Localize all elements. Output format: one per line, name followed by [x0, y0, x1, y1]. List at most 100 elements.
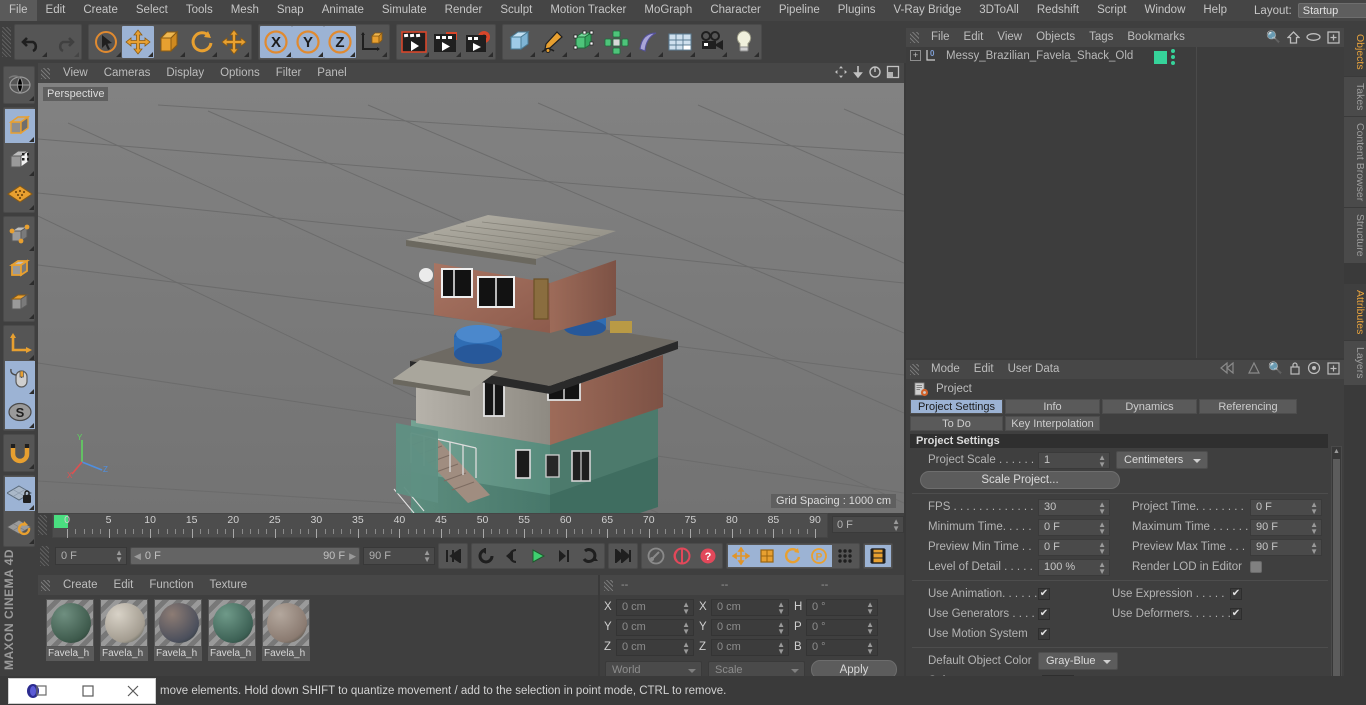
material-menu-texture[interactable]: Texture — [201, 575, 255, 595]
axis-y-icon[interactable]: Y — [292, 26, 324, 58]
tab-project-settings[interactable]: Project Settings — [910, 399, 1003, 414]
viewport-menu-display[interactable]: Display — [158, 63, 212, 83]
menu-sculpt[interactable]: Sculpt — [491, 0, 541, 21]
stepper-icon[interactable]: ▲ ▼ — [866, 640, 874, 655]
rotate-icon[interactable] — [186, 26, 218, 58]
edge-tab-takes[interactable]: Takes — [1344, 76, 1366, 118]
tab-referencing[interactable]: Referencing — [1199, 399, 1297, 414]
timeline-max-field[interactable]: 90 F ▲ ▼ — [363, 547, 435, 565]
object-manager-tree[interactable]: + 0 Messy_Brazilian_Favela_Shack_Old — [906, 47, 1344, 358]
render-to-picture-viewer-icon[interactable] — [430, 26, 462, 58]
checkbox[interactable]: ✔ — [1038, 628, 1050, 640]
viewport-menu-panel[interactable]: Panel — [309, 63, 354, 83]
axis-modify-icon[interactable] — [5, 327, 35, 361]
loop-button[interactable] — [577, 545, 603, 567]
viewport-3d-canvas[interactable]: Perspective Grid Spacing : 1000 cm Y Z X — [38, 83, 904, 513]
level-of-detail-field[interactable]: 100 % ▲ ▼ — [1038, 558, 1110, 576]
next-nav-icon[interactable] — [1246, 361, 1262, 375]
material-grip[interactable] — [41, 579, 50, 591]
search-icon[interactable]: 🔍 — [1266, 30, 1281, 44]
object-menu-edit[interactable]: Edit — [957, 28, 991, 47]
menu-motion-tracker[interactable]: Motion Tracker — [541, 0, 635, 21]
menu-help[interactable]: Help — [1194, 0, 1236, 21]
project-scale-field[interactable]: 1 ▲ ▼ — [1038, 451, 1110, 469]
material-thumbnail[interactable] — [262, 599, 310, 647]
tab-dynamics[interactable]: Dynamics — [1102, 399, 1197, 414]
enable-snapping-s-icon[interactable]: S — [5, 395, 35, 429]
scale-project-button[interactable]: Scale Project... — [920, 471, 1120, 489]
autokeying-button[interactable] — [669, 545, 695, 567]
material-item[interactable]: Favela_h — [100, 599, 148, 661]
checkbox-2[interactable]: ✔ — [1230, 608, 1242, 620]
stepper-icon[interactable]: ▲ ▼ — [777, 620, 785, 635]
maximize-view-icon[interactable] — [886, 65, 900, 79]
field-input[interactable]: 0 F ▲ ▼ — [1038, 518, 1110, 536]
size-field[interactable]: 0 cm ▲ ▼ — [711, 638, 789, 656]
material-menu-function[interactable]: Function — [141, 575, 201, 595]
material-item[interactable]: Favela_h — [154, 599, 202, 661]
material-thumbnail[interactable] — [154, 599, 202, 647]
coordinates-grip[interactable] — [604, 579, 613, 591]
object-menu-file[interactable]: File — [924, 28, 957, 47]
attribute-menu-mode[interactable]: Mode — [924, 360, 967, 379]
camera-icon[interactable] — [696, 26, 728, 58]
tab-key-interpolation[interactable]: Key Interpolation — [1005, 416, 1100, 431]
menu-v-ray-bridge[interactable]: V-Ray Bridge — [884, 0, 970, 21]
add-tab-icon[interactable] — [1327, 361, 1340, 375]
add-layer-icon[interactable] — [1327, 30, 1340, 44]
render-settings-icon[interactable] — [462, 26, 494, 58]
play-button[interactable] — [525, 545, 551, 567]
edge-tab-attributes[interactable]: Attributes — [1344, 283, 1366, 342]
stepper-icon[interactable]: ▲ ▼ — [1098, 520, 1106, 535]
keyframe-selection-button[interactable]: ? — [695, 545, 721, 567]
key-scale-button[interactable] — [754, 545, 780, 567]
tab-to-do[interactable]: To Do — [910, 416, 1003, 431]
menu-file[interactable]: File — [0, 0, 37, 21]
menu-tools[interactable]: Tools — [177, 0, 222, 21]
scale-icon[interactable] — [154, 26, 186, 58]
menu-window[interactable]: Window — [1135, 0, 1194, 21]
material-thumbnail[interactable] — [100, 599, 148, 647]
live-selection-icon[interactable] — [90, 26, 122, 58]
edge-tab-content-browser[interactable]: Content Browser — [1344, 117, 1366, 209]
material-item[interactable]: Favela_h — [208, 599, 256, 661]
viewport-menu-options[interactable]: Options — [212, 63, 268, 83]
menu-plugins[interactable]: Plugins — [829, 0, 885, 21]
stepper-icon[interactable]: ▲ ▼ — [115, 549, 123, 564]
menu-script[interactable]: Script — [1088, 0, 1135, 21]
stepper-icon[interactable]: ▲ ▼ — [1310, 520, 1318, 535]
polygon-grid-mode-icon[interactable] — [5, 177, 35, 211]
move-axis-icon[interactable] — [218, 26, 250, 58]
attribute-menu-user-data[interactable]: User Data — [1001, 360, 1067, 379]
default-object-color-dropdown[interactable]: Gray-Blue — [1038, 652, 1118, 670]
prev-nav-icon[interactable] — [1218, 361, 1240, 375]
world-coordinates-icon[interactable] — [356, 26, 388, 58]
viewport-menu-filter[interactable]: Filter — [268, 63, 310, 83]
stepper-icon[interactable]: ▲ ▼ — [866, 620, 874, 635]
timeline-filmstrip-button[interactable] — [865, 545, 891, 567]
stepper-icon[interactable]: ▲ ▼ — [1310, 540, 1318, 555]
generator-nurbs-icon[interactable] — [568, 26, 600, 58]
edge-tab-structure[interactable]: Structure — [1344, 208, 1366, 264]
attribute-scrollbar[interactable]: ▲ ▼ — [1331, 446, 1342, 701]
target-icon[interactable] — [1307, 361, 1321, 375]
menu-pipeline[interactable]: Pipeline — [770, 0, 829, 21]
menu-render[interactable]: Render — [436, 0, 492, 21]
points-mode-icon[interactable] — [5, 218, 35, 252]
scroll-up-icon[interactable]: ▲ — [1333, 448, 1340, 458]
edges-mode-icon[interactable] — [5, 252, 35, 286]
axis-x-icon[interactable]: X — [260, 26, 292, 58]
object-manager-grip[interactable] — [910, 32, 919, 43]
material-thumbnail[interactable] — [208, 599, 256, 647]
scene-floor-icon[interactable] — [664, 26, 696, 58]
field-input[interactable]: 30 ▲ ▼ — [1038, 498, 1110, 516]
viewport-solo-mouse-icon[interactable] — [5, 361, 35, 395]
object-menu-view[interactable]: View — [990, 28, 1029, 47]
checkbox[interactable]: ✔ — [1038, 588, 1050, 600]
workplane-lock-icon[interactable] — [5, 477, 35, 511]
material-item[interactable]: Favela_h — [262, 599, 310, 661]
size-field[interactable]: 0 cm ▲ ▼ — [711, 598, 789, 616]
spline-pen-icon[interactable] — [536, 26, 568, 58]
stepper-icon[interactable]: ▲ ▼ — [1098, 453, 1106, 468]
menu-redshift[interactable]: Redshift — [1028, 0, 1088, 21]
